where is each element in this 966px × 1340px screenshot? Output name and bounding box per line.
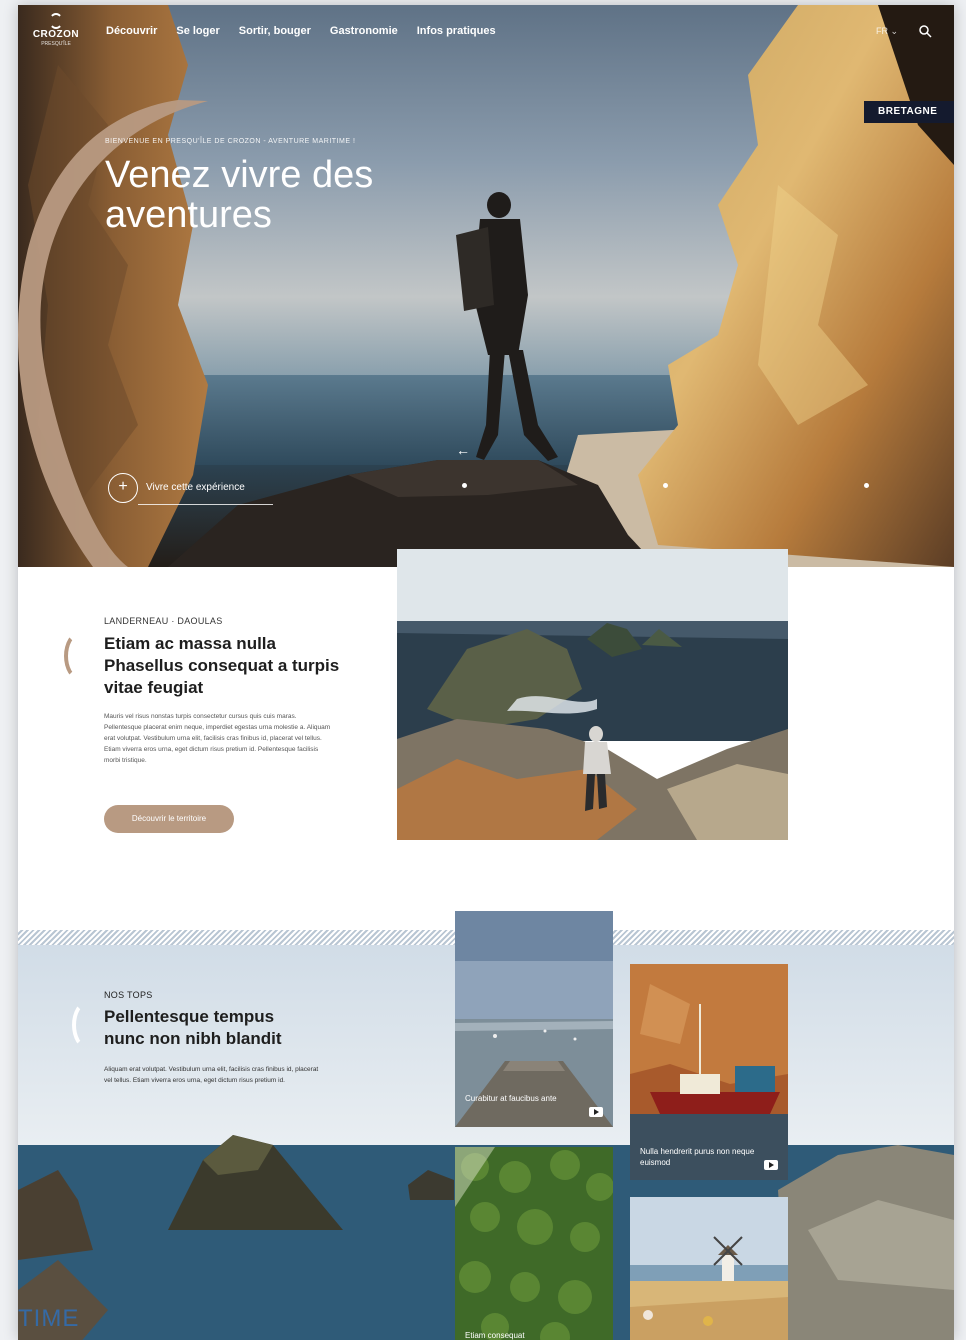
plus-icon: + [108,473,138,503]
nav-item-se-loger[interactable]: Se loger [176,25,219,37]
nav-item-gastronomie[interactable]: Gastronomie [330,25,398,37]
logo-subtitle: PRESQU'ÎLE [41,41,71,47]
language-selector[interactable]: FR ⌄ [876,26,898,37]
discover-territory-button[interactable]: Découvrir le territoire [104,805,234,833]
forest-photo [455,1147,613,1340]
region-badge[interactable]: BRETAGNE [864,101,954,123]
logo-mark-icon [49,13,63,29]
intro-kicker: LANDERNEAU · DAOULAS [104,616,223,626]
video-card[interactable]: Etiam consequat [455,1147,613,1340]
video-play-icon [589,1107,603,1117]
video-play-icon [764,1160,778,1170]
hero-kicker: BIENVENUE EN PRESQU'ÎLE DE CROZON - AVEN… [105,138,356,145]
tops-title-bold-2: nunc [104,1029,145,1048]
video-card[interactable]: Curabitur at faucibus ante [455,911,613,1127]
watermark-text: TIME [18,1305,80,1332]
nav-item-decouvrir[interactable]: Découvrir [106,25,157,37]
hero-cta-underline [138,504,273,505]
hero-cta-label: Vivre cette expérience [146,482,245,493]
intro-body: Mauris vel risus nonstas turpis consecte… [104,713,331,764]
card-caption: Curabitur at faucibus ante [465,1094,557,1103]
windmill-photo [630,1197,788,1340]
photo-card[interactable] [630,1197,788,1340]
coast-photo [397,549,788,840]
nav-item-infos-pratiques[interactable]: Infos pratiques [417,25,496,37]
tops-kicker: NOS TOPS [104,990,153,1000]
nav-item-sortir-bouger[interactable]: Sortir, bouger [239,25,311,37]
card-caption: Etiam consequat [465,1331,525,1340]
intro-title-rest: Phasellus consequat a turpis vitae feugi… [104,656,340,697]
hero-title: Venez vivre des aventures [105,154,374,236]
tops-body: Aliquam erat volutpat. Vestibulum urna e… [104,1066,319,1084]
slider-dot[interactable] [864,483,869,488]
intro-title-bold: Etiam ac massa nulla [104,634,276,653]
logo-name: CROZON [32,29,80,40]
main-nav: CROZON PRESQU'ÎLE Découvrir Se loger Sor… [18,5,954,61]
search-icon[interactable] [918,24,932,38]
bracket-decoration-icon [72,1001,102,1049]
tops-title-rest: non nibh blandit [144,1029,282,1048]
slider-prev-arrow-icon[interactable]: ← [456,442,470,458]
slider-dot[interactable] [462,483,467,488]
intro-title: Etiam ac massa nulla Phasellus consequat… [104,633,344,699]
hero: CROZON PRESQU'ÎLE Découvrir Se loger Sor… [18,5,954,567]
tops-title: Pellentesque tempus nunc non nibh blandi… [104,1006,324,1050]
page: CROZON PRESQU'ÎLE Découvrir Se loger Sor… [18,5,954,1340]
slider-dot[interactable] [663,483,668,488]
hero-cta-link[interactable]: + Vivre cette expérience [108,471,273,505]
tops-title-bold: Pellentesque tempus [104,1007,275,1026]
site-logo[interactable]: CROZON PRESQU'ÎLE [28,13,84,55]
card-caption: Nulla hendrerit purus non neque euismod [640,1147,755,1167]
nav-menu: Découvrir Se loger Sortir, bouger Gastro… [106,25,515,37]
video-card[interactable]: Nulla hendrerit purus non neque euismod [630,964,788,1180]
bracket-decoration-icon [64,632,94,680]
